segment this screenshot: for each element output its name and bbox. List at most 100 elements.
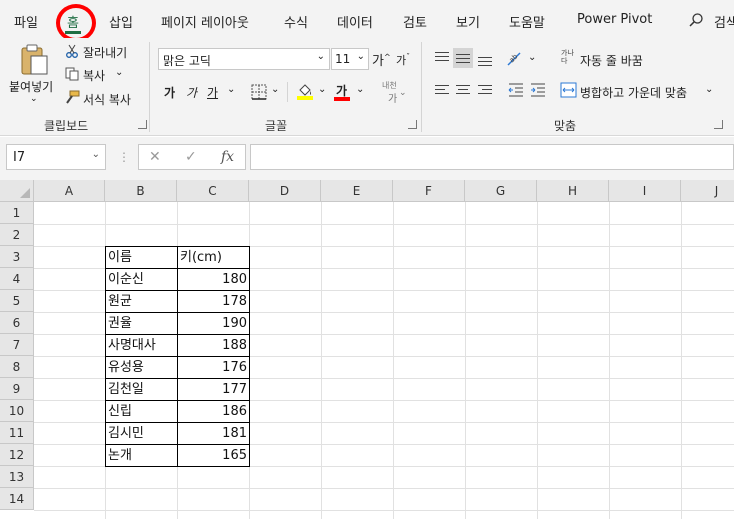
cut-icon[interactable] <box>65 44 79 58</box>
formula-input[interactable] <box>250 144 734 170</box>
align-right-button[interactable] <box>475 80 495 100</box>
format-painter-button[interactable]: 서식 복사 <box>83 91 131 108</box>
select-all-button[interactable] <box>0 180 34 202</box>
column-header-e[interactable]: E <box>321 180 393 202</box>
cell-name[interactable]: 권율 <box>105 312 178 335</box>
cell-name[interactable]: 원균 <box>105 290 178 313</box>
row-header-11[interactable]: 11 <box>0 422 34 444</box>
column-header-j[interactable]: J <box>681 180 734 202</box>
cell-name[interactable]: 이순신 <box>105 268 178 291</box>
align-left-button[interactable] <box>432 80 452 100</box>
copy-icon[interactable] <box>65 67 79 81</box>
copy-button[interactable]: 복사 <box>83 67 105 84</box>
column-header-f[interactable]: F <box>393 180 465 202</box>
row-header-4[interactable]: 4 <box>0 268 34 290</box>
tab-file[interactable]: 파일 <box>14 12 38 31</box>
cell-height[interactable]: 178 <box>177 290 250 313</box>
cell-height[interactable]: 181 <box>177 422 250 445</box>
merge-center-icon[interactable] <box>560 82 577 98</box>
cell-height[interactable]: 176 <box>177 356 250 379</box>
wrap-text-button[interactable]: 자동 줄 바꿈 <box>580 52 643 69</box>
underline-dropdown-icon[interactable]: ⌄ <box>227 84 235 95</box>
search-label[interactable]: 검색 <box>714 12 734 31</box>
merge-dropdown-icon[interactable]: ⌄ <box>705 84 713 95</box>
row-header-7[interactable]: 7 <box>0 334 34 356</box>
tab-power-pivot[interactable]: Power Pivot <box>577 12 652 27</box>
italic-button[interactable]: 가 <box>186 84 197 101</box>
fill-color-dropdown-icon[interactable]: ⌄ <box>318 84 326 95</box>
font-name-select[interactable]: 맑은 고딕 ⌄ <box>158 48 330 70</box>
column-header-a[interactable]: A <box>34 180 105 202</box>
row-header-5[interactable]: 5 <box>0 290 34 312</box>
paste-dropdown-icon[interactable]: ⌄ <box>30 94 38 104</box>
header-cell-height[interactable]: 키(cm) <box>177 246 250 269</box>
row-header-12[interactable]: 12 <box>0 444 34 466</box>
row-header-10[interactable]: 10 <box>0 400 34 422</box>
column-header-b[interactable]: B <box>105 180 177 202</box>
align-bottom-button[interactable] <box>475 48 495 68</box>
cell-name[interactable]: 김시민 <box>105 422 178 445</box>
paste-icon[interactable] <box>20 44 50 76</box>
merge-center-button[interactable]: 병합하고 가운데 맞춤 <box>580 84 687 101</box>
column-header-h[interactable]: H <box>537 180 609 202</box>
insert-function-icon[interactable]: fx <box>221 149 234 165</box>
cell-height[interactable]: 190 <box>177 312 250 335</box>
row-header-9[interactable]: 9 <box>0 378 34 400</box>
shrink-font-button[interactable]: 가ˇ <box>396 52 410 68</box>
cell-height[interactable]: 165 <box>177 444 250 467</box>
column-header-c[interactable]: C <box>177 180 249 202</box>
row-header-14[interactable]: 14 <box>0 488 34 510</box>
font-launcher-icon[interactable] <box>408 120 417 129</box>
row-header-13[interactable]: 13 <box>0 466 34 488</box>
column-header-g[interactable]: G <box>465 180 537 202</box>
increase-indent-icon[interactable] <box>529 82 547 98</box>
border-icon[interactable] <box>251 84 267 100</box>
search-icon[interactable] <box>688 12 704 28</box>
cell-height[interactable]: 180 <box>177 268 250 291</box>
phonetic-guide-bottom[interactable]: 가 <box>388 90 397 105</box>
orientation-dropdown-icon[interactable]: ⌄ <box>528 52 536 63</box>
cell-name[interactable]: 신립 <box>105 400 178 423</box>
column-header-d[interactable]: D <box>249 180 321 202</box>
font-size-select[interactable]: 11 ⌄ <box>331 48 369 70</box>
paste-button[interactable]: 붙여넣기 <box>9 78 53 95</box>
row-header-2[interactable]: 2 <box>0 224 34 246</box>
cell-height[interactable]: 188 <box>177 334 250 357</box>
clipboard-launcher-icon[interactable] <box>138 120 147 129</box>
format-painter-icon[interactable] <box>64 90 80 104</box>
cell-height[interactable]: 186 <box>177 400 250 423</box>
tab-view[interactable]: 보기 <box>456 12 480 31</box>
cell-name[interactable]: 사명대사 <box>105 334 178 357</box>
underline-button[interactable]: 가 <box>207 84 218 101</box>
tab-formulas[interactable]: 수식 <box>284 12 308 31</box>
cut-button[interactable]: 잘라내기 <box>83 44 127 61</box>
row-header-8[interactable]: 8 <box>0 356 34 378</box>
formula-bar-grip-icon[interactable]: ⋮ <box>118 150 130 164</box>
row-header-6[interactable]: 6 <box>0 312 34 334</box>
name-box[interactable]: I7 ⌄ <box>6 144 106 170</box>
tab-insert[interactable]: 삽입 <box>109 12 133 31</box>
alignment-launcher-icon[interactable] <box>714 120 723 129</box>
cell-name[interactable]: 유성용 <box>105 356 178 379</box>
tab-page-layout[interactable]: 페이지 레이아웃 <box>161 12 249 31</box>
tab-review[interactable]: 검토 <box>403 12 427 31</box>
bold-button[interactable]: 가 <box>164 84 175 101</box>
header-cell-name[interactable]: 이름 <box>105 246 178 269</box>
tab-data[interactable]: 데이터 <box>337 12 373 31</box>
decrease-indent-icon[interactable] <box>507 82 525 98</box>
phonetic-dropdown-icon[interactable]: ⌄ <box>399 88 407 98</box>
align-top-button[interactable] <box>432 48 452 68</box>
cell-height[interactable]: 177 <box>177 378 250 401</box>
column-header-i[interactable]: I <box>609 180 681 202</box>
font-color-dropdown-icon[interactable]: ⌄ <box>356 84 364 95</box>
cancel-icon[interactable]: ✕ <box>149 149 161 165</box>
border-dropdown-icon[interactable]: ⌄ <box>271 84 279 95</box>
cell-name[interactable]: 논개 <box>105 444 178 467</box>
align-center-button[interactable] <box>453 80 473 100</box>
orientation-icon[interactable]: ab <box>506 50 526 68</box>
fill-color-icon[interactable] <box>297 82 313 100</box>
tab-help[interactable]: 도움말 <box>509 12 545 31</box>
enter-icon[interactable]: ✓ <box>185 149 197 165</box>
row-header-1[interactable]: 1 <box>0 202 34 224</box>
align-middle-button[interactable] <box>453 48 473 68</box>
